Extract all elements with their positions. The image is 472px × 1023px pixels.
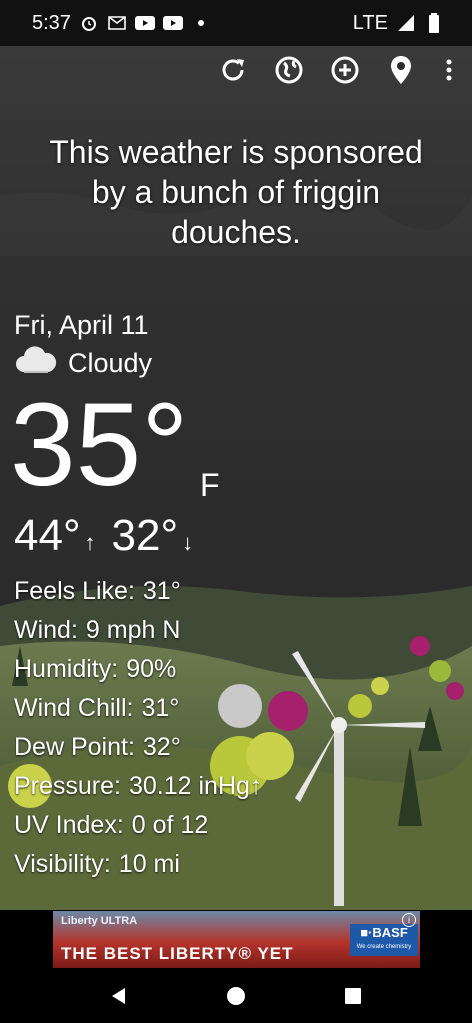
temperature-unit: F [200,467,220,503]
battery-icon [424,13,444,33]
condition-text: Cloudy [68,348,153,378]
detail-wind: Wind: 9 mph N [14,616,181,644]
network-type: LTE [352,11,388,34]
refresh-icon[interactable] [218,55,248,85]
cloud-icon [14,346,58,381]
current-temperature: 35° [10,379,189,511]
detail-pressure: Pressure: 30.12 inHg↑ [14,772,263,800]
status-right: LTE [353,12,444,35]
more-vert-icon[interactable] [442,55,456,85]
status-time: 5:37 [32,11,71,34]
detail-dew-point: Dew Point: 32° [14,733,181,761]
home-icon[interactable] [216,976,256,1016]
dot-icon [191,13,211,33]
app-toolbar [218,55,456,85]
youtube-icon [162,13,183,33]
detail-humidity: Humidity: 90% [14,655,177,683]
youtube-icon [134,13,155,33]
detail-wind-chill: Wind Chill: 31° [14,694,180,722]
condition-row: Cloudy [14,346,152,381]
status-left: 5:37 [32,12,211,35]
signal-icon [396,13,416,33]
high-low-row: 44° ↑ 32° ↓ [14,512,205,567]
sponsor-message: This weather is sponsored by a bunch of … [49,134,423,250]
arrow-down-icon: ↓ [182,530,194,555]
recents-icon[interactable] [333,976,373,1016]
add-icon[interactable] [330,55,360,85]
high-temperature: 44° [14,511,81,560]
arrow-up-icon: ↑ [84,530,96,555]
detail-uv-index: UV Index: 0 of 12 [14,811,209,839]
location-icon[interactable] [386,55,416,85]
ad-area: Liberty ULTRA THE BEST LIBERTY® YET ■·BA… [0,910,472,968]
detail-visibility: Visibility: 10 mi [14,850,180,878]
ad-advertiser-logo: ■·BASF We create chemistry [350,924,418,956]
detail-feels-like: Feels Like: 31° [14,577,181,605]
system-nav-bar [0,968,472,1023]
status-bar: 5:37 LTE [0,0,472,46]
ad-headline: THE BEST LIBERTY® YET [61,944,294,963]
earth-icon[interactable] [274,55,304,85]
back-icon[interactable] [99,976,139,1016]
ad-info-icon[interactable]: i [402,913,416,927]
weather-details: Feels Like: 31° Wind: 9 mph N Humidity: 90%… [14,572,270,884]
gmail-icon [107,13,127,33]
alarm-icon [79,13,99,33]
low-temperature: 32° [111,511,179,560]
ad-banner[interactable]: Liberty ULTRA THE BEST LIBERTY® YET ■·BA… [53,911,420,968]
ad-brand: Liberty ULTRA [61,915,138,927]
ad-tagline: We create chemistry [356,944,412,950]
ad-advertiser: ■·BASF [360,925,408,940]
forecast-date: Fri, April 11 [14,310,149,340]
